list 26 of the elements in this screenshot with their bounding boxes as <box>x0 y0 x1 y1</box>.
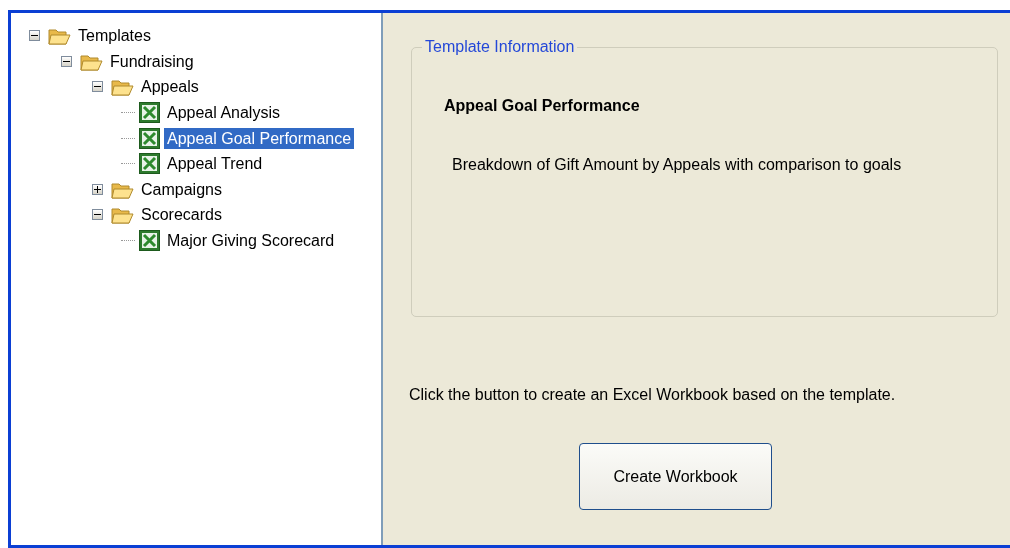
tree-item[interactable]: Templates <box>75 25 154 47</box>
instruction-text: Click the button to create an Excel Workbook based on the template. <box>409 385 897 405</box>
tree-item[interactable]: Major Giving Scorecard <box>164 230 338 252</box>
expand-icon[interactable] <box>92 183 103 195</box>
tree-item[interactable]: Campaigns <box>138 178 225 200</box>
tree-item[interactable]: Appeal Analysis <box>164 102 283 124</box>
tree-item[interactable]: Appeals <box>138 76 202 98</box>
collapse-icon[interactable] <box>92 81 103 93</box>
collapse-icon[interactable] <box>29 30 40 42</box>
tree-item[interactable]: Appeal Goal Performance <box>164 127 355 149</box>
spreadsheet-icon <box>139 153 160 175</box>
template-description: Breakdown of Gift Amount by Appeals with comparison to goals <box>452 155 903 175</box>
collapse-icon[interactable] <box>92 209 103 221</box>
create-workbook-button[interactable]: Create Workbook <box>579 443 772 510</box>
spreadsheet-icon <box>139 102 160 124</box>
template-title: Appeal Goal Performance <box>444 96 641 116</box>
tree-item[interactable]: Fundraising <box>107 50 197 72</box>
group-legend: Template Information <box>422 37 578 57</box>
folder-icon <box>48 26 71 46</box>
folder-icon <box>111 77 134 97</box>
spreadsheet-icon <box>139 127 160 149</box>
tree-item[interactable]: Appeal Trend <box>164 153 266 175</box>
tree-item[interactable]: Scorecards <box>138 204 225 226</box>
folder-icon <box>111 205 134 225</box>
collapse-icon[interactable] <box>61 55 72 67</box>
spreadsheet-icon <box>139 230 160 252</box>
